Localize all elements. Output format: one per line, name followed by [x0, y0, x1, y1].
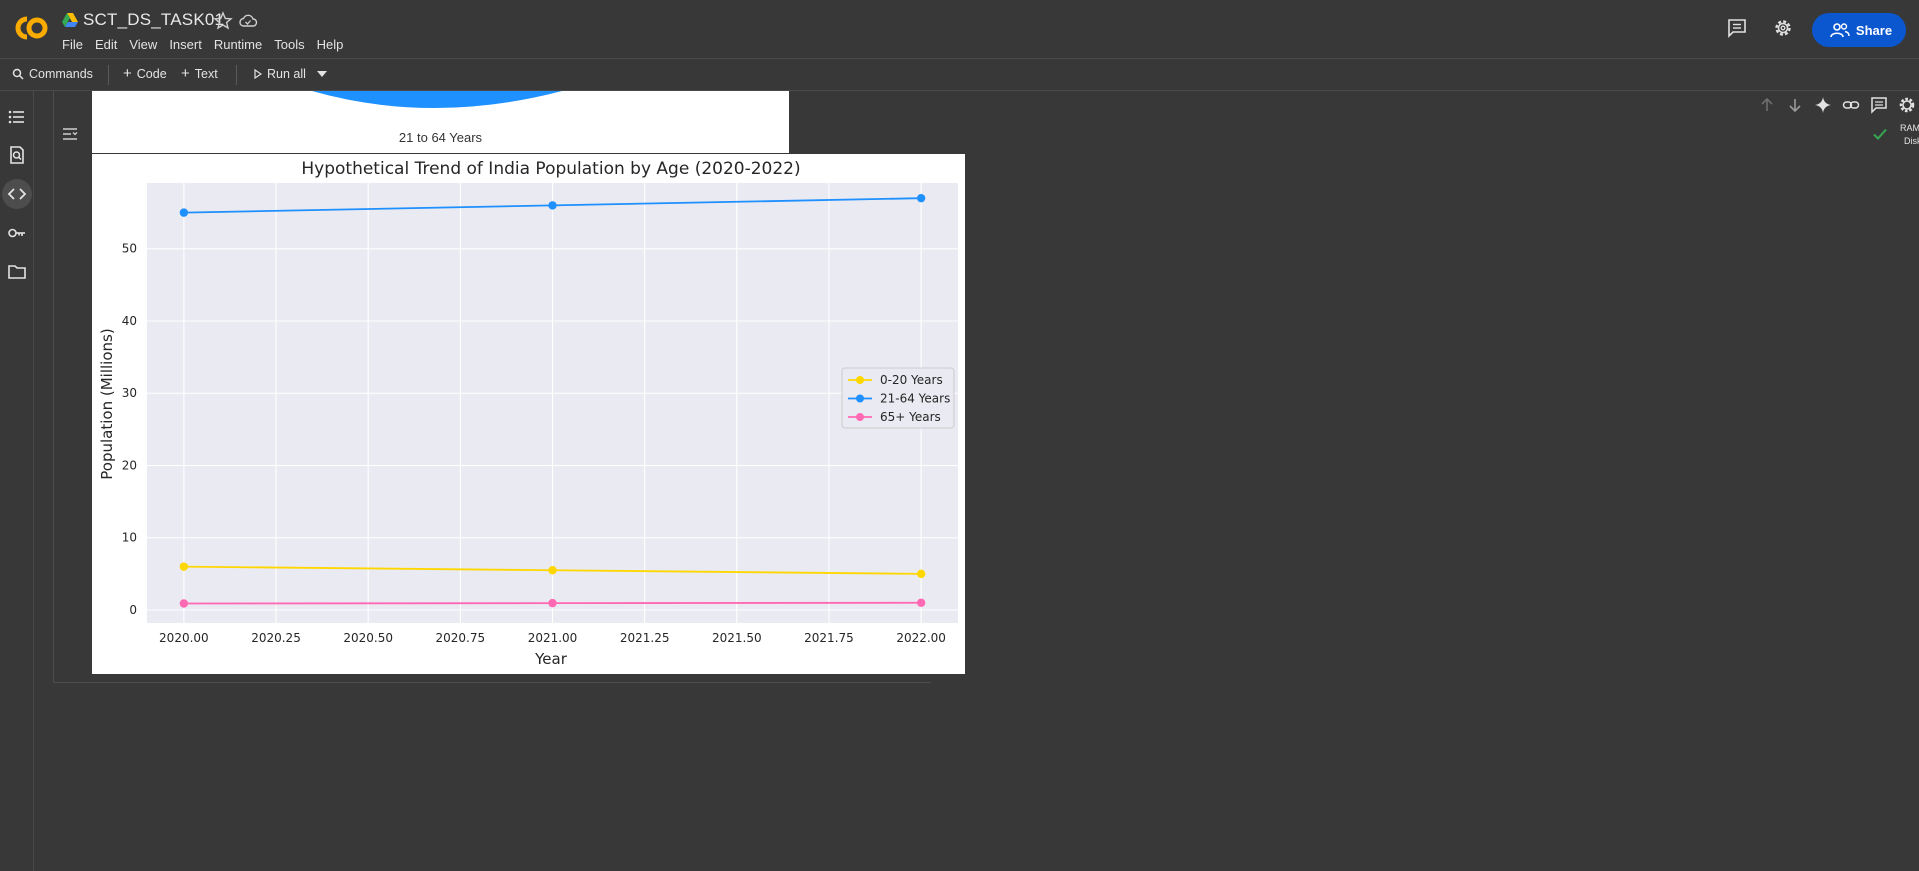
- code-label: Code: [136, 67, 167, 81]
- notebook-title[interactable]: SCT_DS_TASK01: [83, 10, 224, 30]
- toolbar-divider: [108, 65, 109, 85]
- chart-svg: 2020.00 2020.25 2020.50 2020.75 2021.00 2021.…: [98, 159, 958, 668]
- menu-insert[interactable]: Insert: [169, 37, 210, 52]
- run-all-label: Run all: [267, 67, 306, 81]
- output-toggle-icon[interactable]: [61, 125, 79, 143]
- x-tick-label: 2020.75: [436, 631, 486, 645]
- play-icon: [254, 69, 262, 79]
- data-point: [548, 566, 557, 575]
- pie-label: 21 to 64 Years: [398, 130, 483, 145]
- notebook-toolbar: Commands + Code + Text Run all RAM Disk: [0, 60, 1919, 146]
- legend-marker: [856, 376, 864, 384]
- comments-icon[interactable]: [1726, 17, 1748, 39]
- legend-label: 0-20 Years: [880, 373, 943, 387]
- commands-label: Commands: [29, 67, 93, 81]
- menu-file[interactable]: File: [62, 37, 91, 52]
- add-code-button[interactable]: + Code: [123, 65, 167, 82]
- y-tick-label: 0: [129, 603, 137, 617]
- data-point: [548, 598, 557, 608]
- cell-settings-icon[interactable]: [1898, 96, 1916, 114]
- check-icon[interactable]: [1872, 126, 1888, 142]
- data-point: [179, 599, 189, 608]
- chart-title: Hypothetical Trend of India Population b…: [301, 159, 800, 179]
- header-divider: [0, 58, 1919, 59]
- x-tick-label: 2020.00: [159, 631, 209, 645]
- x-tick-label: 2021.25: [620, 631, 670, 645]
- code-snippets-icon[interactable]: [7, 184, 27, 204]
- ram-label: RAM: [1900, 123, 1919, 133]
- plus-icon: +: [123, 65, 132, 82]
- x-tick-label: 2022.00: [896, 631, 946, 645]
- move-down-icon[interactable]: [1786, 96, 1804, 114]
- data-point: [179, 208, 189, 217]
- people-icon: [1830, 23, 1850, 38]
- line-chart: 2020.00 2020.25 2020.50 2020.75 2021.00 2021.…: [92, 154, 965, 674]
- disk-label: Disk: [1904, 136, 1919, 146]
- x-tick-label: 2021.00: [528, 631, 578, 645]
- comment-icon[interactable]: [1870, 96, 1888, 114]
- data-point: [548, 201, 557, 210]
- x-tick-label: 2021.50: [712, 631, 762, 645]
- cell-toolbar: [1748, 92, 1919, 118]
- run-all-button[interactable]: Run all: [254, 67, 306, 81]
- link-icon[interactable]: [1842, 96, 1860, 114]
- legend: 0-20 Years 21-64 Years 65+ Years: [841, 367, 955, 429]
- cloud-icon[interactable]: [237, 11, 259, 31]
- menu-help[interactable]: Help: [317, 37, 352, 52]
- y-tick-label: 30: [122, 386, 137, 400]
- x-tick-label: 2021.75: [804, 631, 854, 645]
- key-icon[interactable]: [7, 223, 27, 243]
- menu-edit[interactable]: Edit: [95, 37, 125, 52]
- legend-label: 65+ Years: [880, 410, 941, 424]
- commands-button[interactable]: Commands: [12, 67, 93, 81]
- menu-view[interactable]: View: [129, 37, 165, 52]
- y-tick-label: 20: [122, 458, 137, 472]
- data-point: [916, 598, 926, 607]
- add-text-button[interactable]: + Text: [181, 65, 218, 82]
- toolbar-divider: [236, 65, 237, 85]
- x-tick-label: 2020.25: [251, 631, 301, 645]
- chevron-down-icon[interactable]: [317, 71, 327, 77]
- x-axis-label: Year: [534, 650, 568, 668]
- x-tick-label: 2020.50: [343, 631, 393, 645]
- search-icon: [12, 68, 24, 80]
- legend-marker: [856, 413, 864, 421]
- data-point: [179, 562, 189, 571]
- ram-disk-indicator[interactable]: RAM Disk: [1900, 122, 1919, 148]
- header: SCT_DS_TASK01 File Edit View Insert Runt…: [0, 0, 1919, 58]
- folder-icon[interactable]: [7, 262, 27, 282]
- gear-icon[interactable]: [1772, 17, 1794, 39]
- sparkle-icon[interactable]: [1814, 96, 1832, 114]
- y-tick-label: 10: [122, 531, 137, 545]
- y-axis-label: Population (Millions): [98, 328, 116, 479]
- y-tick-label: 50: [122, 242, 137, 256]
- legend-marker: [856, 394, 864, 403]
- y-tick-label: 40: [122, 314, 137, 328]
- menu-bar: File Edit View Insert Runtime Tools Help: [62, 37, 355, 52]
- legend-label: 21-64 Years: [880, 392, 950, 406]
- plus-icon: +: [181, 65, 190, 82]
- move-up-icon[interactable]: [1758, 96, 1776, 114]
- find-icon[interactable]: [7, 145, 27, 165]
- menu-tools[interactable]: Tools: [274, 37, 312, 52]
- share-button[interactable]: Share: [1812, 13, 1906, 47]
- table-of-contents-icon[interactable]: [7, 107, 27, 127]
- share-label: Share: [1855, 22, 1893, 38]
- drive-icon[interactable]: [62, 13, 78, 27]
- star-icon[interactable]: [213, 11, 233, 31]
- data-point: [916, 569, 926, 579]
- colab-logo[interactable]: [10, 13, 50, 43]
- text-label: Text: [194, 67, 218, 81]
- data-point: [916, 193, 926, 203]
- menu-runtime[interactable]: Runtime: [214, 37, 270, 52]
- previous-chart-output: 21 to 64 Years: [92, 91, 789, 153]
